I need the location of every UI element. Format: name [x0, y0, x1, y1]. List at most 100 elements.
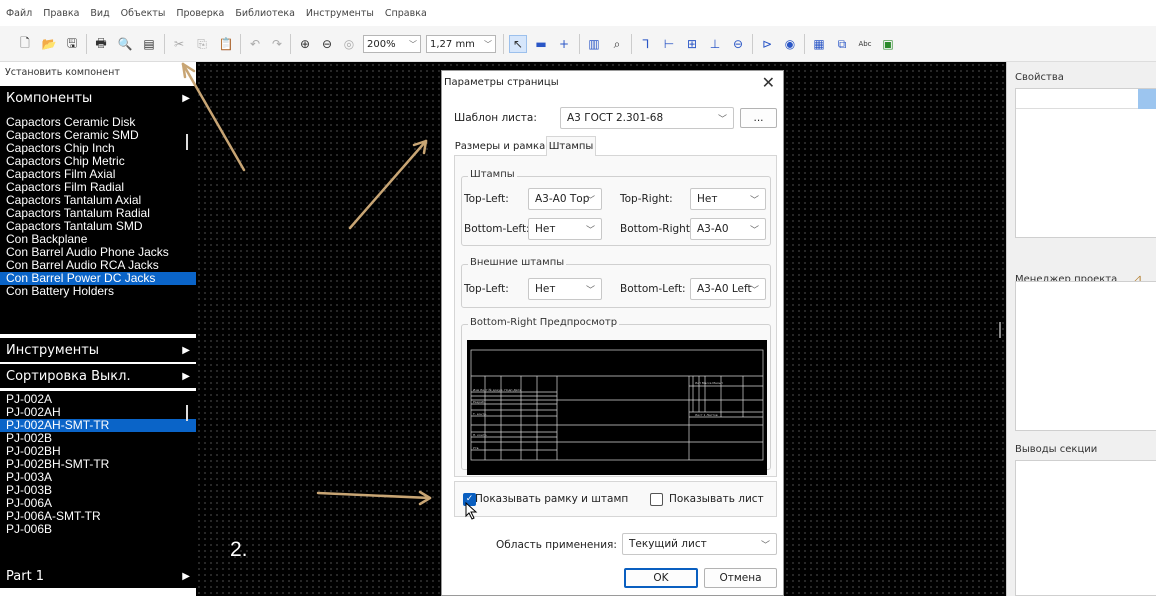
- paste-icon[interactable]: 📋: [217, 35, 235, 53]
- properties-row: [1016, 89, 1156, 109]
- chevron-down-icon: ﹀: [760, 541, 770, 551]
- sort-header[interactable]: Сортировка Выкл. ▶: [0, 364, 196, 388]
- bus-icon[interactable]: ⊢: [660, 35, 678, 53]
- component-list[interactable]: Capactors Ceramic Disk Capactors Ceramic …: [0, 110, 196, 334]
- new-file-icon[interactable]: 🗋: [16, 35, 34, 53]
- list-item[interactable]: PJ-006B: [0, 523, 196, 536]
- show-sheet-checkbox[interactable]: [650, 493, 663, 506]
- cancel-button[interactable]: Отмена: [704, 568, 777, 588]
- toolbar-separator: [752, 34, 753, 54]
- crosshair-icon[interactable]: +: [555, 35, 573, 53]
- page-settings-icon[interactable]: ▤: [140, 35, 158, 53]
- grid-value: 1,27 mm: [430, 38, 475, 50]
- close-icon[interactable]: ✕: [762, 73, 775, 92]
- picture-icon[interactable]: ▣: [879, 35, 897, 53]
- part-list[interactable]: PJ-002A PJ-002AH PJ-002AH-SMT-TR PJ-002B PJ-…: [0, 391, 196, 564]
- tools-header[interactable]: Инструменты ▶: [0, 338, 196, 362]
- menu-library[interactable]: Библиотека: [235, 8, 295, 19]
- menu-check[interactable]: Проверка: [176, 8, 224, 19]
- toolbar-separator: [290, 34, 291, 54]
- menu-bar: Файл Правка Вид Объекты Проверка Библиот…: [0, 0, 1156, 26]
- show-frame-label[interactable]: Показывать рамку и штамп: [475, 493, 628, 505]
- zoom-select[interactable]: 200% ﹀: [363, 35, 421, 53]
- scrollbar-thumb[interactable]: [186, 134, 188, 150]
- save-icon[interactable]: 🖫: [63, 35, 81, 53]
- library-icon[interactable]: ▥: [585, 35, 603, 53]
- port-icon[interactable]: ⊳: [758, 35, 776, 53]
- grid-select[interactable]: 1,27 mm ﹀: [426, 35, 496, 53]
- menu-tools[interactable]: Инструменты: [306, 8, 374, 19]
- print-icon[interactable]: 🖶: [92, 35, 110, 53]
- find-icon[interactable]: ⌕: [608, 35, 626, 53]
- top-right-select[interactable]: Нет ﹀: [690, 188, 766, 210]
- cut-icon[interactable]: ✂: [170, 35, 188, 53]
- toolbar-separator: [86, 34, 87, 54]
- external-stamps-group: Внешние штампы Top-Left: Нет ﹀ Bottom-Lef…: [461, 257, 771, 308]
- scope-select[interactable]: Текущий лист ﹀: [622, 533, 777, 555]
- sheet-icon[interactable]: ◉: [781, 35, 799, 53]
- chevron-down-icon: ﹀: [409, 39, 417, 49]
- components-header[interactable]: Компоненты ▶: [0, 86, 196, 110]
- redo-icon[interactable]: ↷: [268, 35, 286, 53]
- part-header[interactable]: Part 1 ▶: [0, 564, 196, 588]
- tab-stamps[interactable]: Штампы: [546, 136, 596, 156]
- toolbar-separator: [804, 34, 805, 54]
- menu-view[interactable]: Вид: [90, 8, 109, 19]
- zoom-fit-icon[interactable]: ◎: [340, 35, 358, 53]
- wire-icon[interactable]: ⅂: [637, 35, 655, 53]
- svg-text:Т. контр.: Т. контр.: [472, 412, 487, 416]
- bottom-left-label: Bottom-Left:: [464, 223, 530, 235]
- copy-icon[interactable]: ⎘: [193, 35, 211, 53]
- menu-edit[interactable]: Правка: [43, 8, 79, 19]
- menu-help[interactable]: Справка: [385, 8, 427, 19]
- top-right-value: Нет: [697, 193, 718, 205]
- show-sheet-label[interactable]: Показывать лист: [669, 493, 764, 505]
- print-preview-icon[interactable]: 🔍: [116, 35, 134, 53]
- scope-label: Область применения:: [496, 539, 617, 551]
- scrollbar-thumb[interactable]: [186, 405, 188, 421]
- zoom-in-icon[interactable]: ⊕: [296, 35, 314, 53]
- ok-button[interactable]: OK: [624, 568, 698, 588]
- menu-file[interactable]: Файл: [6, 8, 32, 19]
- expand-arrow-icon: ▶: [182, 370, 190, 382]
- cursor-icon: [465, 502, 478, 520]
- zoom-out-icon[interactable]: ⊖: [318, 35, 336, 53]
- template-select[interactable]: А3 ГОСТ 2.301-68 ﹀: [560, 107, 734, 129]
- list-item[interactable]: Con Battery Holders: [0, 285, 196, 298]
- net-label-icon[interactable]: ⊞: [683, 35, 701, 53]
- undo-icon[interactable]: ↶: [246, 35, 264, 53]
- open-folder-icon[interactable]: 📂: [40, 35, 58, 53]
- stamps-group-title: Штампы: [468, 169, 517, 180]
- component-panel: Установить компонент Компоненты ▶ Capact…: [0, 62, 196, 596]
- properties-box[interactable]: [1015, 88, 1156, 238]
- section-pins-box[interactable]: [1015, 460, 1156, 596]
- panel-title: Установить компонент: [5, 67, 120, 78]
- bottom-right-select[interactable]: А3-А0 ﹀: [690, 218, 766, 240]
- bottom-left-select[interactable]: Нет ﹀: [528, 218, 602, 240]
- project-tree[interactable]: [1015, 281, 1156, 431]
- top-left-select[interactable]: А3-А0 Тор ﹀: [528, 188, 602, 210]
- component-icon[interactable]: ▬: [532, 35, 550, 53]
- bottom-left-value: Нет: [535, 223, 556, 235]
- top-left-value: А3-А0 Тор: [535, 193, 590, 205]
- text-icon[interactable]: Abc: [856, 35, 874, 53]
- expand-arrow-icon: ▶: [182, 92, 190, 104]
- app-window: Файл Правка Вид Объекты Проверка Библиот…: [0, 0, 1156, 596]
- splitter-handle[interactable]: [999, 322, 1001, 338]
- table-icon[interactable]: ▦: [810, 35, 828, 53]
- browse-button[interactable]: ...: [740, 108, 777, 128]
- tab-size-frame[interactable]: Размеры и рамка: [454, 136, 546, 156]
- power-icon[interactable]: ⊥: [706, 35, 724, 53]
- template-label: Шаблон листа:: [454, 112, 537, 124]
- image-icon[interactable]: ⧉: [833, 35, 851, 53]
- chevron-down-icon: ﹀: [749, 286, 759, 296]
- svg-text:Лит Масса Масшт: Лит Масса Масшт: [695, 381, 723, 385]
- ext-bottom-left-select[interactable]: А3-А0 Left ﹀: [690, 278, 766, 300]
- page-settings-dialog: Параметры страницы ✕ Шаблон листа: А3 ГО…: [441, 70, 784, 596]
- menu-objects[interactable]: Объекты: [121, 8, 166, 19]
- step-label: 2.: [230, 538, 248, 561]
- junction-icon[interactable]: ⊖: [729, 35, 747, 53]
- preview-group-title: Bottom-Right Предпросмотр: [468, 317, 620, 328]
- ext-top-left-select[interactable]: Нет ﹀: [528, 278, 602, 300]
- select-pointer-icon[interactable]: ↖: [509, 35, 527, 53]
